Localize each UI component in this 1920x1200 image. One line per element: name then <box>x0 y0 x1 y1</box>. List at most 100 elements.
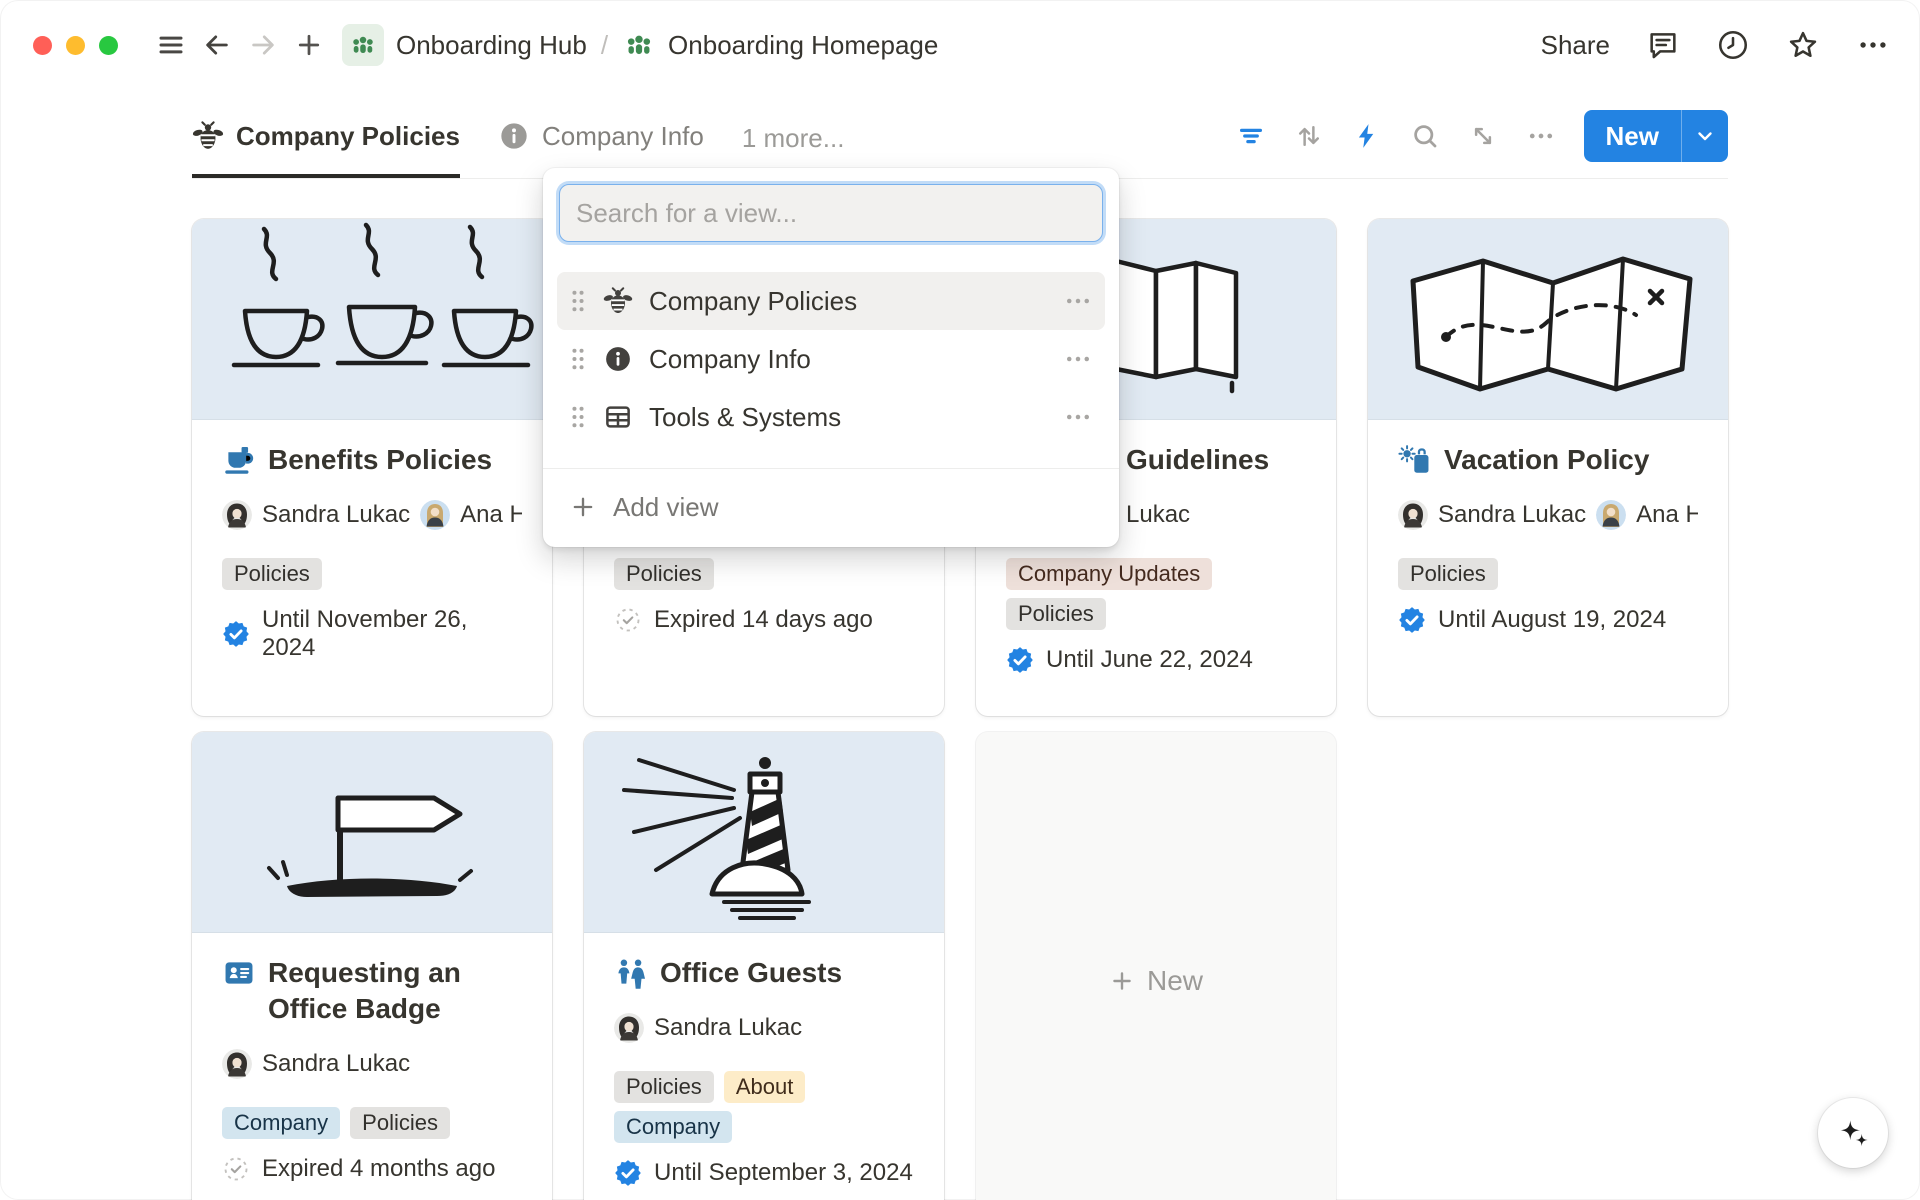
card-tags: Policies About <box>614 1071 914 1103</box>
view-menu-item-label: Company Policies <box>649 286 857 317</box>
card-title-text: Office Guests <box>660 955 842 991</box>
view-toolbar: New <box>1228 94 1728 178</box>
sidebar-menu-button[interactable] <box>148 22 194 68</box>
status-text: Until November 26, 2024 <box>262 606 522 662</box>
drag-handle-icon[interactable] <box>569 288 587 314</box>
card-title-text: Requesting an Office Badge <box>268 955 522 1027</box>
card-status: Until August 19, 2024 <box>1398 606 1698 634</box>
more-views-button[interactable]: 1 more... <box>742 94 845 178</box>
tab-company-policies[interactable]: Company Policies <box>192 94 460 178</box>
share-button[interactable]: Share <box>1541 30 1610 61</box>
avatar-sandra-lukac <box>222 1049 252 1079</box>
status-text: Until September 3, 2024 <box>654 1159 913 1187</box>
ai-assistant-button[interactable] <box>1818 1098 1888 1168</box>
view-menu-item-label: Company Info <box>649 344 811 375</box>
hamburger-icon <box>156 30 186 60</box>
back-button[interactable] <box>194 22 240 68</box>
ellipsis-icon[interactable] <box>1063 344 1093 374</box>
sort-button[interactable] <box>1286 113 1332 159</box>
card-status: Until September 3, 2024 <box>614 1159 914 1187</box>
tag-policies: Policies <box>1398 558 1498 590</box>
card-title-text: Benefits Policies <box>268 442 492 478</box>
card-cover <box>1368 219 1728 420</box>
expand-diagonal-icon <box>1468 121 1498 151</box>
card-tags: Company <box>614 1111 914 1143</box>
view-options-button[interactable] <box>1518 113 1564 159</box>
drag-handle-icon[interactable] <box>569 404 587 430</box>
minimize-button[interactable] <box>66 36 85 55</box>
breadcrumb-item-onboarding-hub[interactable]: Onboarding Hub <box>342 24 587 66</box>
view-tabs: Company Policies Company Info 1 more... <box>192 94 844 178</box>
avatar-ana <box>1596 500 1626 530</box>
card-people: Sandra Lukac Ana Ha <box>222 498 522 532</box>
zoom-button[interactable] <box>99 36 118 55</box>
person-name: Sandra Lukac <box>262 1050 410 1078</box>
topbar-actions: Share <box>1541 28 1890 62</box>
info-icon <box>603 344 633 374</box>
tab-company-info[interactable]: Company Info <box>498 94 704 178</box>
card-people: Sandra Lukac <box>222 1047 522 1081</box>
avatar-sandra-lukac <box>614 1013 644 1043</box>
ellipsis-icon[interactable] <box>1063 286 1093 316</box>
person-name: Ana Ha <box>1636 501 1698 529</box>
more-options-button[interactable] <box>1856 28 1890 62</box>
expand-view-button[interactable] <box>1460 113 1506 159</box>
card-tags: Company Policies <box>222 1107 522 1139</box>
coffee-cup-icon <box>222 443 256 477</box>
add-view-button[interactable]: Add view <box>557 479 1105 535</box>
view-menu-item-company-policies[interactable]: Company Policies <box>557 272 1105 330</box>
forward-button[interactable] <box>240 22 286 68</box>
view-menu-item-company-info[interactable]: Company Info <box>557 330 1105 388</box>
comments-button[interactable] <box>1646 28 1680 62</box>
new-button[interactable]: New <box>1584 110 1681 162</box>
view-menu-item-tools-systems[interactable]: Tools & Systems <box>557 388 1105 446</box>
card-title: Vacation Policy <box>1398 442 1698 478</box>
favorite-star-button[interactable] <box>1786 28 1820 62</box>
card-status: Until November 26, 2024 <box>222 606 522 662</box>
verified-badge-icon <box>1006 646 1034 674</box>
breadcrumb: Onboarding Hub / Onboarding Homepage <box>342 24 938 66</box>
expired-check-icon <box>222 1155 250 1183</box>
breadcrumb-item-onboarding-homepage[interactable]: Onboarding Homepage <box>622 28 938 62</box>
tab-label: Company Info <box>542 121 704 152</box>
bee-icon <box>603 286 633 316</box>
tag-policies: Policies <box>350 1107 450 1139</box>
verified-badge-icon <box>1398 606 1426 634</box>
view-menu-item-label: Tools & Systems <box>649 402 841 433</box>
card-body: Vacation Policy Sandra Lukac Ana Ha Poli… <box>1368 420 1728 656</box>
forward-arrow-icon <box>248 30 278 60</box>
card-title: Requesting an Office Badge <box>222 955 522 1027</box>
views-dropdown-menu: Company Policies Company Info Tools & Sy… <box>543 168 1119 547</box>
card-body: Office Guests Sandra Lukac Policies Abou… <box>584 933 944 1200</box>
card-status: Expired 4 months ago <box>222 1155 522 1183</box>
close-button[interactable] <box>33 36 52 55</box>
vacation-icon <box>1398 443 1432 477</box>
table-icon <box>603 402 633 432</box>
new-dropdown-button[interactable] <box>1682 110 1728 162</box>
avatar-sandra-lukac <box>222 500 252 530</box>
search-button[interactable] <box>1402 113 1448 159</box>
card-people: Sandra Lukac Ana Ha <box>1398 498 1698 532</box>
drag-handle-icon[interactable] <box>569 346 587 372</box>
view-search-input[interactable] <box>559 184 1103 242</box>
new-button-group: New <box>1584 110 1728 162</box>
history-clock-button[interactable] <box>1716 28 1750 62</box>
automations-button[interactable] <box>1344 113 1390 159</box>
card-office-guests[interactable]: Office Guests Sandra Lukac Policies Abou… <box>584 732 944 1200</box>
card-body: Requesting an Office Badge Sandra Lukac … <box>192 933 552 1200</box>
tag-company: Company <box>614 1111 732 1143</box>
ellipsis-icon[interactable] <box>1063 402 1093 432</box>
card-benefits-policies[interactable]: Benefits Policies Sandra Lukac Ana Ha Po… <box>192 219 552 716</box>
card-body: Benefits Policies Sandra Lukac Ana Ha Po… <box>192 420 552 684</box>
person-name: Ana Ha <box>460 501 522 529</box>
new-page-button[interactable] <box>286 22 332 68</box>
filter-button[interactable] <box>1228 113 1274 159</box>
card-requesting-office-badge[interactable]: Requesting an Office Badge Sandra Lukac … <box>192 732 552 1200</box>
status-text: Expired 14 days ago <box>654 606 873 634</box>
map-doodle <box>1368 219 1728 419</box>
new-card-label: New <box>1147 965 1203 997</box>
window-controls <box>33 36 118 55</box>
plus-icon <box>294 30 324 60</box>
card-vacation-policy[interactable]: Vacation Policy Sandra Lukac Ana Ha Poli… <box>1368 219 1728 716</box>
new-card-button[interactable]: New <box>976 732 1336 1200</box>
